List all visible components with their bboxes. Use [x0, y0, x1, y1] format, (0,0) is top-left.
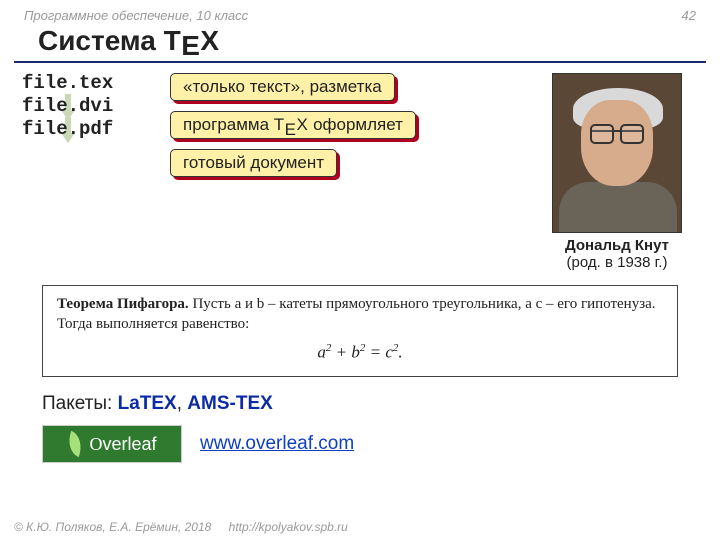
file-pdf: file.pdf: [22, 119, 142, 140]
theorem-formula: a2 + b2 = c2.: [57, 341, 663, 365]
package-latex: LaTEX: [118, 393, 177, 414]
overleaf-link[interactable]: www.overleaf.com: [200, 433, 354, 455]
page-number: 42: [682, 8, 696, 23]
theorem-box: Теорема Пифагора. Пусть a и b – катеты п…: [42, 285, 678, 377]
portrait-name: Дональд Кнут: [565, 237, 669, 254]
portrait-block: Дональд Кнут (род. в 1938 г.): [536, 73, 698, 271]
tex-logo: TEX: [164, 25, 220, 61]
package-amstex: AMS-TEX: [187, 393, 273, 414]
callout-ready-doc: готовый документ: [170, 149, 337, 177]
callouts-column: «только текст», разметка программа TEX о…: [142, 73, 536, 187]
leaf-icon: [64, 431, 87, 457]
overleaf-logo-text: Overleaf: [89, 434, 156, 455]
callout-plaintext: «только текст», разметка: [170, 73, 395, 101]
callout-tex-processes: программа TEX оформляет: [170, 111, 416, 139]
footer-url: http://kpolyakov.spb.ru: [229, 520, 348, 534]
file-dvi: file.dvi: [22, 96, 142, 117]
theorem-title: Теорема Пифагора.: [57, 296, 189, 312]
slide-footer: © К.Ю. Поляков, Е.А. Ерёмин, 2018 http:/…: [0, 520, 720, 534]
packages-line: Пакеты: LaTEX, AMS-TEX: [0, 389, 720, 419]
packages-label: Пакеты:: [42, 393, 118, 414]
file-flow: file.tex file.dvi file.pdf: [22, 73, 142, 140]
portrait-sub: (род. в 1938 г.): [567, 254, 668, 271]
slide-title: Система TEX: [14, 23, 706, 63]
portrait-caption: Дональд Кнут (род. в 1938 г.): [536, 237, 698, 271]
copyright: © К.Ю. Поляков, Е.А. Ерёмин, 2018: [14, 520, 211, 534]
portrait-image: [552, 73, 682, 233]
slide-header: Программное обеспечение, 10 класс 42: [0, 0, 720, 23]
overleaf-logo: Overleaf: [42, 425, 182, 463]
subject: Программное обеспечение, 10 класс: [24, 8, 248, 23]
file-source: file.tex: [22, 73, 142, 94]
